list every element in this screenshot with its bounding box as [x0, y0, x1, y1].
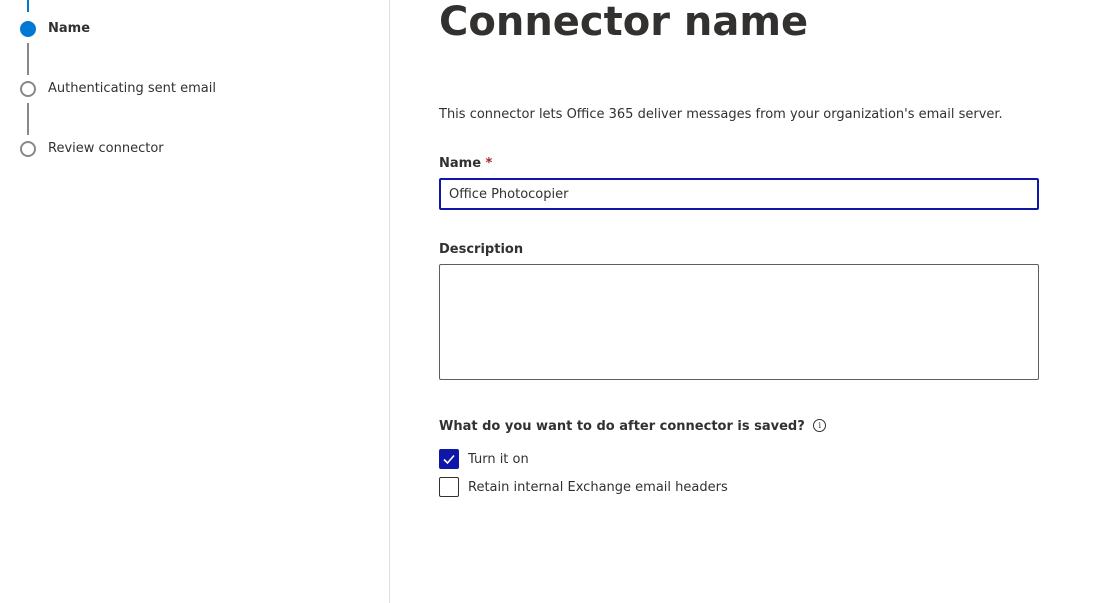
page-title: Connector name	[439, 0, 809, 45]
wizard-steps-panel: Name Authenticating sent email Review co…	[0, 0, 390, 603]
step-label-name[interactable]: Name	[48, 21, 90, 36]
retain-headers-checkbox[interactable]	[439, 477, 459, 497]
info-icon[interactable]: i	[813, 419, 827, 432]
intro-text: This connector lets Office 365 deliver m…	[439, 107, 1003, 122]
description-textarea[interactable]	[439, 264, 1039, 380]
turn-on-label: Turn it on	[468, 451, 529, 467]
name-field-label: Name *	[439, 156, 492, 171]
step-label-authenticating[interactable]: Authenticating sent email	[48, 81, 216, 96]
turn-on-checkbox[interactable]	[439, 449, 459, 469]
after-save-question: What do you want to do after connector i…	[439, 419, 827, 434]
step-connector-line	[27, 43, 29, 75]
step-pending-indicator	[20, 81, 36, 97]
after-save-question-text: What do you want to do after connector i…	[439, 419, 805, 434]
step-current-indicator	[20, 21, 36, 37]
turn-on-option[interactable]: Turn it on	[439, 449, 529, 469]
retain-headers-label: Retain internal Exchange email headers	[468, 479, 728, 495]
step-connector-line	[27, 0, 29, 12]
retain-headers-option[interactable]: Retain internal Exchange email headers	[439, 477, 728, 497]
name-label-text: Name	[439, 156, 482, 171]
checkmark-icon	[443, 454, 455, 465]
step-pending-indicator	[20, 141, 36, 157]
required-asterisk: *	[485, 156, 493, 171]
step-connector-line	[27, 103, 29, 135]
description-field-label: Description	[439, 242, 524, 257]
main-content: Connector name This connector lets Offic…	[439, 0, 1059, 603]
step-label-review[interactable]: Review connector	[48, 141, 164, 156]
name-input[interactable]	[439, 178, 1039, 210]
